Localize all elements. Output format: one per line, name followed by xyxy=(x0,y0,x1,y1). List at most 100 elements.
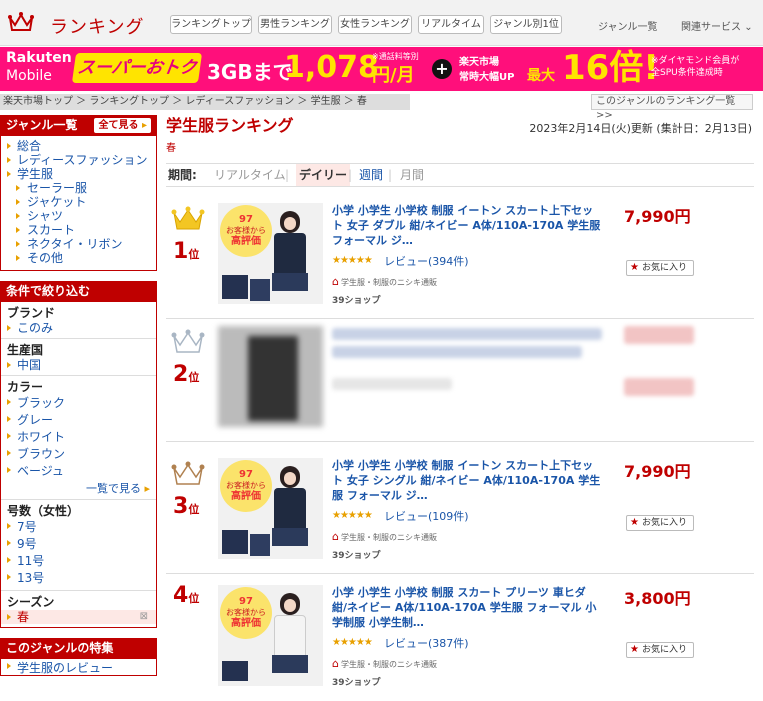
filter-color-beige[interactable]: ベージュ xyxy=(1,463,156,480)
badge-percent: 97 xyxy=(239,596,253,607)
subcategory-label: 春 xyxy=(166,143,176,154)
sidebar-item-all[interactable]: 総合 xyxy=(1,139,156,153)
product-name-link[interactable]: 小学 小学生 小学校 制服 スカート プリーツ 車ヒダ 紺/ネイビー A体/11… xyxy=(332,585,602,630)
shop-39-label: 39ショップ xyxy=(332,551,381,561)
product-name-link[interactable]: 小学 小学生 小学校 制服 イートン スカート上下セット 女子 ダブル 紺/ネイ… xyxy=(332,203,602,248)
banner-note-spu-line2: 全SPU条件達成時 xyxy=(651,68,723,78)
sidebar-item-jacket[interactable]: ジャケット xyxy=(1,195,156,209)
nav-genre-top[interactable]: ジャンル別1位 xyxy=(490,15,562,34)
rank-suffix: 位 xyxy=(188,371,200,384)
banner-max: 最大 xyxy=(527,68,555,84)
product-skirt-image xyxy=(250,279,270,301)
filter-color-black[interactable]: ブラック xyxy=(1,395,156,412)
product-image-blurred[interactable] xyxy=(218,326,323,427)
product-name-link[interactable]: 小学 小学生 小学校 制服 イートン スカート上下セット 女子 シングル 紺/ネ… xyxy=(332,458,602,503)
product-image[interactable]: 97 お客様から 高評価 xyxy=(218,585,323,686)
ranking-logo-text[interactable]: ランキング xyxy=(50,13,144,39)
tab-separator: | xyxy=(285,168,290,182)
filter-size-11[interactable]: 11号 xyxy=(1,553,156,570)
badge-text: お客様から xyxy=(226,608,266,617)
product-image[interactable]: 97 お客様から 高評価 xyxy=(218,458,323,559)
ranking-item[interactable]: 4位 97 お客様から 高評価 小学 小学生 小学校 制服 スカート プリーツ 車ヒ… xyxy=(166,577,754,701)
model-skirt xyxy=(272,655,308,673)
rank-value: 4 xyxy=(173,583,189,608)
genre-box-header: ジャンル一覧 全て見る ▸ xyxy=(1,115,156,136)
color-more-link[interactable]: 一覧で見る ▸ xyxy=(1,480,156,496)
rating-stars: ★★★★★ xyxy=(332,255,373,266)
nav-men-ranking[interactable]: 男性ランキング xyxy=(258,15,332,34)
review-link[interactable]: レビュー(387件) xyxy=(384,635,469,651)
filter-color-white[interactable]: ホワイト xyxy=(1,429,156,446)
filter-country-title: 生産国 xyxy=(7,343,44,357)
nav-realtime[interactable]: リアルタイム xyxy=(418,15,484,34)
badge-high: 高評価 xyxy=(231,236,261,247)
sidebar-item-ladies[interactable]: レディースファッション xyxy=(1,153,156,167)
nav-women-ranking[interactable]: 女性ランキング xyxy=(338,15,412,34)
bronze-crown-icon xyxy=(171,461,205,485)
banner-plan: 3GBまで xyxy=(207,60,293,84)
favorite-button[interactable]: お気に入り xyxy=(626,260,694,276)
filter-size-7[interactable]: 7号 xyxy=(1,519,156,536)
shop-link[interactable]: 学生服・制服のニシキ通販 xyxy=(332,657,437,670)
genre-list-link[interactable]: ジャンル一覧 xyxy=(598,18,658,33)
banner-brand-rakuten: Rakuten xyxy=(6,50,72,66)
filter-season-spring[interactable]: 春 ⊠ xyxy=(1,610,156,624)
see-all-button[interactable]: 全て見る ▸ xyxy=(94,118,151,133)
nav-ranking-top[interactable]: ランキングトップ xyxy=(170,15,252,34)
model-face xyxy=(284,217,296,230)
product-price: 7,990円 xyxy=(624,462,691,481)
favorite-button[interactable]: お気に入り xyxy=(626,515,694,531)
clear-filter-icon[interactable]: ⊠ xyxy=(140,610,148,624)
top-header: ランキング ランキングトップ 男性ランキング 女性ランキング リアルタイム ジャ… xyxy=(0,0,763,46)
sidebar-item-skirt[interactable]: スカート xyxy=(1,223,156,237)
arrow-right-icon: ▸ xyxy=(141,120,147,131)
sidebar-item-sailor[interactable]: セーラー服 xyxy=(1,181,156,195)
favorite-button[interactable]: お気に入り xyxy=(626,642,694,658)
filter-color-gray[interactable]: グレー xyxy=(1,412,156,429)
shop-link[interactable]: 学生服・制服のニシキ通販 xyxy=(332,530,437,543)
sidebar-item-other[interactable]: その他 xyxy=(1,251,156,265)
rank-number: 2位 xyxy=(173,362,199,387)
filter-color-brown[interactable]: ブラウン xyxy=(1,446,156,463)
tab-daily[interactable]: デイリー xyxy=(296,164,351,186)
product-price: 7,990円 xyxy=(624,207,691,226)
model-face xyxy=(284,599,296,612)
filter-size-9[interactable]: 9号 xyxy=(1,536,156,553)
product-jacket-image xyxy=(222,275,248,299)
ranking-item[interactable]: 2位 xyxy=(166,318,754,442)
model-skirt xyxy=(272,273,308,291)
model-jacket xyxy=(274,233,306,275)
tab-monthly[interactable]: 月間 xyxy=(400,164,424,186)
review-link[interactable]: レビュー(394件) xyxy=(384,253,469,269)
feature-review-link[interactable]: 学生服のレビュー xyxy=(1,659,156,675)
crown-logo-icon[interactable] xyxy=(8,10,34,34)
filter-box: 条件で絞り込む ブランド このみ 生産国 中国 カラー ブラック グレー ホワイ… xyxy=(0,281,157,628)
sidebar-item-school-uniform[interactable]: 学生服 xyxy=(1,167,156,181)
banner-campaign: スーパーおトク xyxy=(71,53,203,83)
rating-badge: 97 お客様から 高評価 xyxy=(220,587,272,639)
banner-price: 1,078 xyxy=(284,50,379,85)
ranking-item[interactable]: 1位 97 お客様から 高評価 小学 小学生 小学校 制服 イートン スカート上下セ… xyxy=(166,195,754,319)
breadcrumb[interactable]: 楽天市場トップ ＞ ランキングトップ ＞ レディースファッション ＞ 学生服 ＞… xyxy=(0,94,410,110)
model-skirt xyxy=(272,528,308,546)
shop-link[interactable]: 学生服・制服のニシキ通販 xyxy=(332,275,437,288)
genre-ranking-list-link[interactable]: このジャンルのランキング一覧 >> xyxy=(591,94,753,121)
tab-realtime[interactable]: リアルタイム xyxy=(214,164,286,186)
filter-brand-konomi[interactable]: このみ xyxy=(1,321,156,335)
filter-country-china[interactable]: 中国 xyxy=(1,358,156,372)
sidebar-item-tie[interactable]: ネクタイ・リボン xyxy=(1,237,156,251)
review-link[interactable]: レビュー(109件) xyxy=(384,508,469,524)
model-blouse xyxy=(274,615,306,657)
tab-separator: | xyxy=(348,168,353,182)
ranking-item[interactable]: 3位 97 お客様から 高評価 小学 小学生 小学校 制服 イートン スカート上下セ… xyxy=(166,450,754,574)
product-jacket-image xyxy=(222,530,248,554)
product-image[interactable]: 97 お客様から 高評価 xyxy=(218,203,323,304)
related-services-link[interactable]: 関連サービス ⌄ xyxy=(681,18,753,33)
rakuten-mobile-banner[interactable]: Rakuten Mobile スーパーおトク 3GBまで 1,078 ※通話料等… xyxy=(0,47,763,91)
sidebar-item-shirt[interactable]: シャツ xyxy=(1,209,156,223)
blurred-fav xyxy=(624,378,694,396)
rank-number: 4位 xyxy=(173,583,199,608)
tab-weekly[interactable]: 週間 xyxy=(359,164,383,186)
banner-note-spu: ※ダイヤモンド会員が 全SPU条件達成時 xyxy=(651,55,739,79)
filter-size-13[interactable]: 13号 xyxy=(1,570,156,587)
